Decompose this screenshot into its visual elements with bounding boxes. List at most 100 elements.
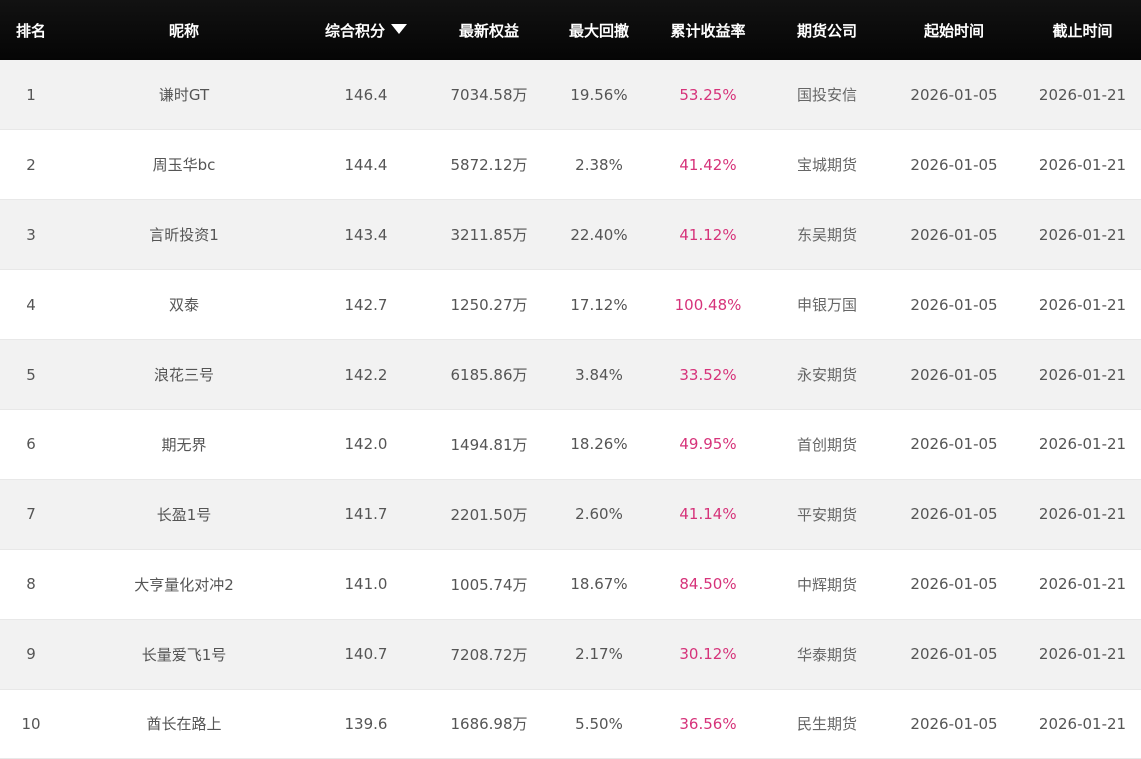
table-row[interactable]: 5 浪花三号 142.2 6185.86万 3.84% 33.52% 永安期货 2026-01…	[0, 339, 1141, 410]
header-score-label: 综合积分	[324, 21, 385, 40]
cell-start-time: 2026-01-05	[884, 60, 1024, 131]
table-body: 1 谦时GT 146.4 7034.58万 19.56% 53.25% 国投安信 2026-0…	[0, 60, 1141, 759]
cell-return: 41.12%	[646, 199, 770, 271]
cell-nickname[interactable]: 长盈1号	[62, 479, 306, 550]
cell-end-time: 2026-01-21	[1024, 479, 1141, 550]
cell-equity: 1250.27万	[426, 269, 552, 341]
table-row[interactable]: 3 言昕投资1 143.4 3211.85万 22.40% 41.12% 东吴期货 2026-…	[0, 199, 1141, 271]
cell-broker: 中辉期货	[770, 549, 884, 620]
cell-return: 53.25%	[646, 60, 770, 131]
cell-nickname[interactable]: 大亨量化对冲2	[62, 549, 306, 620]
cell-rank: 8	[0, 549, 62, 620]
ranking-table-container: 排名 昵称 综合积分 最新权益 最大回撤 累计收益率 期货公司 起始时间 截止时…	[0, 0, 1141, 759]
table-row[interactable]: 4 双泰 142.7 1250.27万 17.12% 100.48% 申银万国 2026-01…	[0, 269, 1141, 341]
cell-start-time: 2026-01-05	[884, 689, 1024, 759]
cell-return: 33.52%	[646, 339, 770, 410]
cell-drawdown: 3.84%	[552, 339, 646, 410]
cell-broker: 国投安信	[770, 60, 884, 131]
header-score[interactable]: 综合积分	[306, 0, 426, 60]
cell-nickname[interactable]: 期无界	[62, 409, 306, 480]
table-row[interactable]: 2 周玉华bc 144.4 5872.12万 2.38% 41.42% 宝城期货 2026-0…	[0, 129, 1141, 201]
cell-nickname[interactable]: 浪花三号	[62, 339, 306, 410]
cell-nickname[interactable]: 酋长在路上	[62, 689, 306, 759]
cell-end-time: 2026-01-21	[1024, 129, 1141, 201]
cell-equity: 6185.86万	[426, 339, 552, 410]
cell-score: 139.6	[306, 689, 426, 759]
cell-start-time: 2026-01-05	[884, 129, 1024, 201]
cell-equity: 3211.85万	[426, 199, 552, 271]
cell-score: 142.0	[306, 409, 426, 480]
header-nickname[interactable]: 昵称	[62, 0, 306, 60]
cell-nickname[interactable]: 长量爱飞1号	[62, 619, 306, 690]
cell-drawdown: 18.67%	[552, 549, 646, 620]
sort-down-icon[interactable]	[391, 24, 407, 34]
cell-rank: 7	[0, 479, 62, 550]
cell-score: 143.4	[306, 199, 426, 271]
cell-rank: 9	[0, 619, 62, 690]
cell-drawdown: 2.38%	[552, 129, 646, 201]
cell-start-time: 2026-01-05	[884, 199, 1024, 271]
cell-nickname[interactable]: 周玉华bc	[62, 129, 306, 201]
cell-drawdown: 2.60%	[552, 479, 646, 550]
table-header: 排名 昵称 综合积分 最新权益 最大回撤 累计收益率 期货公司 起始时间 截止时…	[0, 0, 1141, 60]
cell-score: 141.0	[306, 549, 426, 620]
cell-start-time: 2026-01-05	[884, 479, 1024, 550]
cell-return: 49.95%	[646, 409, 770, 480]
cell-end-time: 2026-01-21	[1024, 409, 1141, 480]
cell-score: 146.4	[306, 60, 426, 131]
header-broker[interactable]: 期货公司	[770, 0, 884, 60]
cell-drawdown: 17.12%	[552, 269, 646, 341]
cell-start-time: 2026-01-05	[884, 619, 1024, 690]
cell-nickname[interactable]: 谦时GT	[62, 60, 306, 131]
cell-start-time: 2026-01-05	[884, 339, 1024, 410]
cell-nickname[interactable]: 双泰	[62, 269, 306, 341]
cell-end-time: 2026-01-21	[1024, 549, 1141, 620]
cell-broker: 首创期货	[770, 409, 884, 480]
cell-rank: 6	[0, 409, 62, 480]
header-start-time[interactable]: 起始时间	[884, 0, 1024, 60]
cell-return: 30.12%	[646, 619, 770, 690]
table-row[interactable]: 8 大亨量化对冲2 141.0 1005.74万 18.67% 84.50% 中辉期货 202…	[0, 549, 1141, 620]
cell-score: 140.7	[306, 619, 426, 690]
cell-drawdown: 18.26%	[552, 409, 646, 480]
cell-rank: 2	[0, 129, 62, 201]
header-return[interactable]: 累计收益率	[646, 0, 770, 60]
cell-broker: 宝城期货	[770, 129, 884, 201]
table-row[interactable]: 10 酋长在路上 139.6 1686.98万 5.50% 36.56% 民生期货 2026-…	[0, 689, 1141, 759]
cell-equity: 1005.74万	[426, 549, 552, 620]
cell-broker: 平安期货	[770, 479, 884, 550]
cell-nickname[interactable]: 言昕投资1	[62, 199, 306, 271]
cell-equity: 5872.12万	[426, 129, 552, 201]
header-end-time[interactable]: 截止时间	[1024, 0, 1141, 60]
cell-end-time: 2026-01-21	[1024, 689, 1141, 759]
cell-start-time: 2026-01-05	[884, 269, 1024, 341]
cell-start-time: 2026-01-05	[884, 549, 1024, 620]
cell-equity: 7034.58万	[426, 60, 552, 131]
cell-score: 144.4	[306, 129, 426, 201]
cell-return: 41.14%	[646, 479, 770, 550]
header-drawdown[interactable]: 最大回撤	[552, 0, 646, 60]
cell-return: 84.50%	[646, 549, 770, 620]
table-row[interactable]: 7 长盈1号 141.7 2201.50万 2.60% 41.14% 平安期货 2026-01…	[0, 479, 1141, 550]
cell-equity: 1494.81万	[426, 409, 552, 480]
header-rank[interactable]: 排名	[0, 0, 62, 60]
cell-equity: 7208.72万	[426, 619, 552, 690]
cell-rank: 5	[0, 339, 62, 410]
table-row[interactable]: 1 谦时GT 146.4 7034.58万 19.56% 53.25% 国投安信 2026-0…	[0, 60, 1141, 131]
table-row[interactable]: 9 长量爱飞1号 140.7 7208.72万 2.17% 30.12% 华泰期货 2026-…	[0, 619, 1141, 690]
cell-end-time: 2026-01-21	[1024, 60, 1141, 131]
cell-rank: 10	[0, 689, 62, 759]
ranking-table: 排名 昵称 综合积分 最新权益 最大回撤 累计收益率 期货公司 起始时间 截止时…	[0, 0, 1141, 759]
cell-end-time: 2026-01-21	[1024, 619, 1141, 690]
cell-end-time: 2026-01-21	[1024, 339, 1141, 410]
table-row[interactable]: 6 期无界 142.0 1494.81万 18.26% 49.95% 首创期货 2026-01…	[0, 409, 1141, 480]
cell-rank: 1	[0, 60, 62, 131]
cell-drawdown: 2.17%	[552, 619, 646, 690]
header-equity[interactable]: 最新权益	[426, 0, 552, 60]
cell-rank: 3	[0, 199, 62, 271]
cell-drawdown: 22.40%	[552, 199, 646, 271]
cell-broker: 民生期货	[770, 689, 884, 759]
cell-start-time: 2026-01-05	[884, 409, 1024, 480]
cell-end-time: 2026-01-21	[1024, 199, 1141, 271]
cell-broker: 永安期货	[770, 339, 884, 410]
